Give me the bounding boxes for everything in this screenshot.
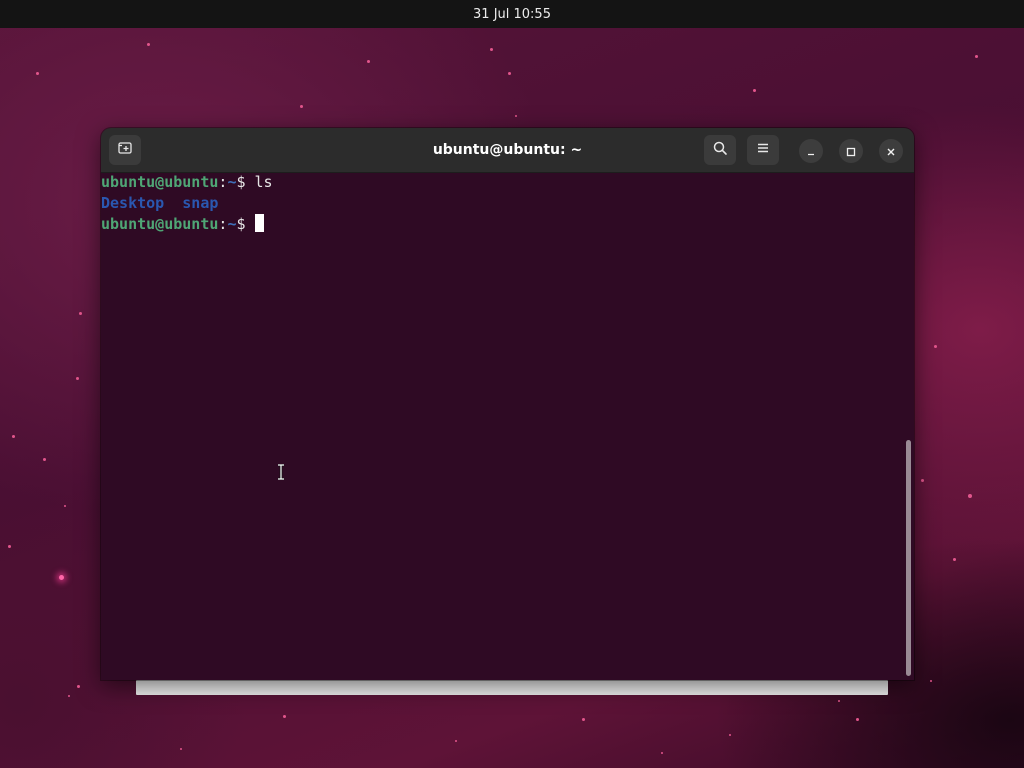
terminal-window: ubuntu@ubuntu: ~ ubuntu@ubuntu:~$ ls Des… [101,128,914,680]
directory-entry: Desktop [101,194,165,212]
terminal-line-3: ubuntu@ubuntu:~$ [101,214,914,235]
maximize-button[interactable] [839,139,863,163]
scrollbar[interactable] [906,440,911,676]
clock[interactable]: 31 Jul 10:55 [473,7,551,22]
ibeam-pointer-icon [277,463,285,481]
search-button[interactable] [704,135,736,165]
menu-button[interactable] [747,135,779,165]
text-cursor [254,214,264,232]
directory-entry: snap [182,194,219,212]
top-bar: 31 Jul 10:55 [0,0,1024,28]
terminal-line-2: Desktop snap [101,193,914,214]
prompt-user-host: ubuntu@ubuntu [101,173,219,191]
new-tab-button[interactable] [109,135,141,165]
background-window-edge [136,680,888,695]
prompt-user-host: ubuntu@ubuntu [101,215,219,233]
close-icon [886,142,896,161]
maximize-icon [846,142,856,161]
search-icon [712,140,728,160]
window-title: ubuntu@ubuntu: ~ [432,142,583,158]
prompt-symbol: $ [236,173,255,191]
header-bar[interactable]: ubuntu@ubuntu: ~ [101,128,914,173]
terminal-output[interactable]: ubuntu@ubuntu:~$ ls Desktop snap ubuntu@… [101,172,914,680]
command-text: ls [254,173,273,191]
minimize-icon [806,142,816,161]
prompt-symbol: $ [236,215,255,233]
minimize-button[interactable] [799,139,823,163]
close-button[interactable] [879,139,903,163]
new-tab-icon [117,140,133,160]
hamburger-menu-icon [755,140,771,160]
terminal-line-1: ubuntu@ubuntu:~$ ls [101,172,914,193]
